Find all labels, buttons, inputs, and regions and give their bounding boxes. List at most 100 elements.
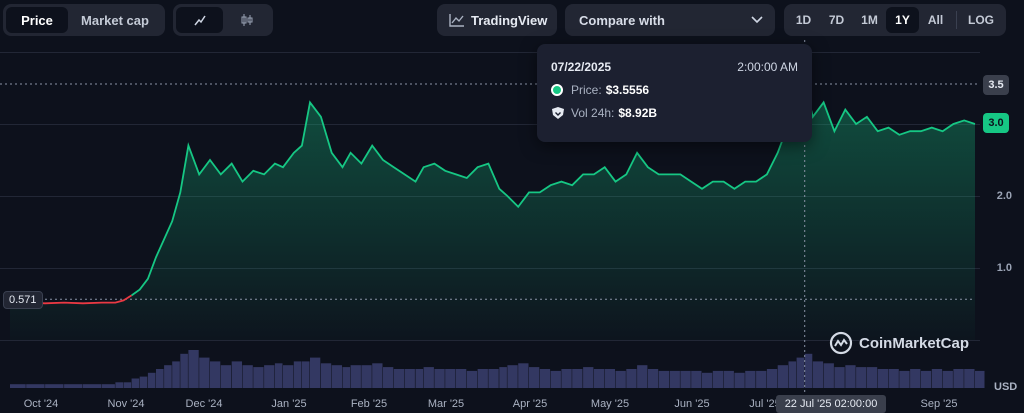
crosshair-date-badge: 22 Jul '25 02:00:00 — [776, 395, 886, 413]
volume-bar — [320, 363, 332, 388]
volume-bar — [404, 369, 415, 388]
tooltip-price-label: Price: — [571, 83, 602, 97]
volume-bar — [561, 369, 572, 388]
volume-bar — [796, 357, 805, 388]
volume-bar — [220, 365, 232, 388]
x-tick-label: Nov '24 — [107, 398, 145, 410]
volume-bar — [804, 353, 813, 388]
volume-bar — [101, 384, 115, 388]
volume-bar — [156, 369, 164, 388]
volume-bar — [423, 367, 434, 388]
volume-bar — [788, 361, 797, 388]
volume-bar — [283, 365, 294, 388]
volume-bar — [834, 367, 845, 388]
volume-bar — [445, 369, 456, 388]
volume-bar — [264, 365, 275, 388]
volume-bar — [477, 369, 488, 388]
watermark-text: CoinMarketCap — [859, 334, 970, 352]
y-tick-label: 2.0 — [996, 190, 1012, 202]
volume-bar — [342, 367, 351, 388]
volume-bar — [383, 367, 394, 388]
price-dot-icon — [551, 84, 563, 96]
volume-bar — [931, 369, 943, 388]
x-tick-label: Feb '25 — [350, 398, 388, 410]
volume-bar — [856, 367, 867, 388]
volume-bar — [669, 370, 680, 388]
coinmarketcap-logo-icon — [829, 331, 853, 355]
volume-bar — [310, 357, 321, 388]
volume-bar — [583, 367, 594, 388]
price-tooltip: 07/22/2025 2:00:00 AM Price: $3.5556 Vol… — [537, 44, 812, 142]
volume-bar — [83, 384, 102, 388]
volume-bar — [115, 382, 123, 388]
volume-bar — [812, 361, 824, 388]
volume-bar — [877, 369, 888, 388]
volume-bar — [253, 367, 264, 388]
volume-bar — [550, 370, 561, 388]
volume-bar — [456, 369, 467, 388]
volume-bar — [147, 372, 156, 388]
volume-bar — [415, 369, 424, 388]
hover-price-tag: 3.5 — [983, 75, 1009, 95]
volume-bar — [26, 384, 45, 388]
x-tick-label: Jun '25 — [674, 398, 710, 410]
volume-bar — [199, 357, 210, 388]
volume-bar — [975, 370, 985, 388]
volume-bar — [518, 363, 529, 388]
volume-bar — [64, 384, 83, 388]
coinmarketcap-watermark: CoinMarketCap — [829, 331, 969, 355]
volume-bar — [529, 367, 540, 388]
volume-bar — [942, 370, 953, 388]
volume-bar — [910, 369, 921, 388]
volume-bar — [723, 370, 734, 388]
volume-bar — [350, 365, 361, 388]
volume-bar — [45, 384, 64, 388]
volume-bar — [539, 369, 551, 388]
volume-bar — [658, 370, 669, 388]
volume-bar — [210, 361, 221, 388]
volume-bar — [766, 369, 778, 388]
volume-bar — [734, 372, 745, 388]
x-tick-label: May '25 — [590, 398, 630, 410]
x-tick-label: Oct '24 — [23, 398, 59, 410]
tooltip-volume-label: Vol 24h: — [571, 106, 615, 120]
volume-bar — [123, 382, 132, 388]
volume-bar — [845, 365, 856, 388]
volume-bar — [702, 372, 713, 388]
volume-bar — [131, 378, 140, 388]
volume-bar — [888, 369, 899, 388]
volume-shield-icon — [552, 107, 564, 119]
volume-bar — [637, 365, 648, 388]
volume-bar — [361, 365, 372, 388]
volume-bar — [604, 369, 615, 388]
tooltip-price-value: $3.5556 — [605, 83, 650, 97]
volume-bar — [10, 384, 26, 388]
x-tick-label: Mar '25 — [427, 398, 465, 410]
last-price-tag: 3.0 — [983, 113, 1009, 133]
volume-bar — [777, 365, 788, 388]
volume-bar — [466, 370, 478, 388]
volume-bar — [242, 365, 253, 388]
volume-bar — [301, 361, 310, 388]
tooltip-time: 2:00:00 AM — [737, 60, 798, 74]
volume-bar — [615, 370, 626, 388]
x-tick-label: Dec '24 — [185, 398, 223, 410]
volume-bar — [180, 353, 188, 388]
volume-bar — [139, 376, 148, 388]
tooltip-date: 07/22/2025 — [551, 60, 612, 74]
volume-bar — [593, 369, 605, 388]
volume-bar — [572, 369, 583, 388]
x-tick-label: Jan '25 — [271, 398, 307, 410]
volume-bar — [499, 367, 507, 388]
volume-bar — [920, 370, 932, 388]
tooltip-volume-value: $8.92B — [618, 106, 658, 120]
volume-bar — [899, 370, 910, 388]
volume-bar — [372, 363, 383, 388]
volume-bar — [953, 369, 964, 388]
x-tick-label: Apr '25 — [512, 398, 548, 410]
volume-bar — [691, 370, 702, 388]
volume-bar — [293, 361, 302, 388]
volume-bar — [488, 369, 499, 388]
volume-bar — [172, 361, 180, 388]
volume-bar — [680, 370, 691, 388]
